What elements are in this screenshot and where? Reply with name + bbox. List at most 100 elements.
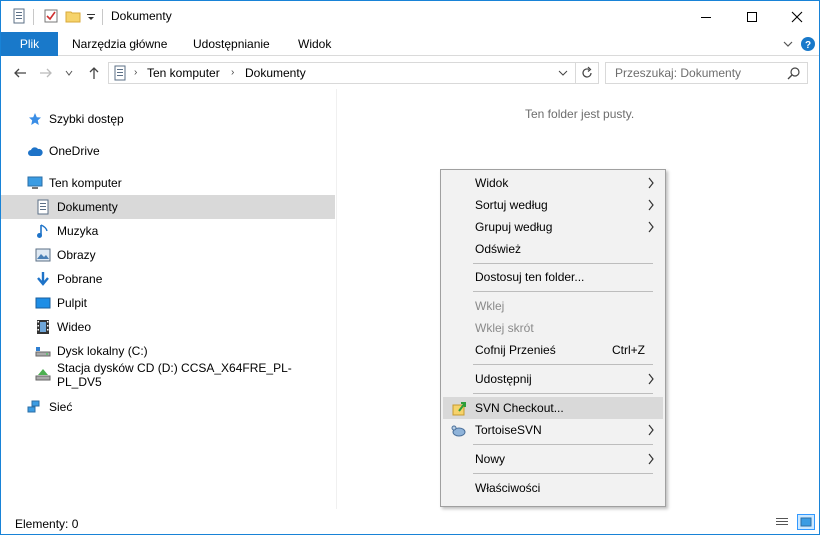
breadcrumb-this-pc[interactable]: Ten komputer: [147, 66, 220, 80]
nav-item-downloads[interactable]: Pobrane: [1, 267, 335, 291]
qa-separator: [33, 9, 34, 25]
menu-item-label: Dostosuj ten folder...: [475, 270, 585, 284]
navigation-bar: › Ten komputer › Dokumenty Przeszukaj: D…: [1, 57, 819, 89]
submenu-arrow-icon: [648, 199, 654, 211]
menu-item-label: Odśwież: [475, 242, 522, 256]
customize-qa-chevron-icon[interactable]: [85, 8, 101, 24]
menu-item-label: Wklej: [475, 299, 505, 313]
tab-view[interactable]: Widok: [298, 32, 331, 56]
nav-quick-access[interactable]: Szybki dostęp: [1, 107, 335, 131]
breadcrumb-chevron-icon[interactable]: ›: [134, 67, 137, 78]
downloads-icon: [35, 271, 51, 287]
new-folder-icon[interactable]: [65, 8, 81, 24]
video-icon: [35, 319, 51, 335]
maximize-button[interactable]: [729, 1, 775, 32]
menu-item-label: SVN Checkout...: [475, 401, 564, 415]
nav-this-pc[interactable]: Ten komputer: [1, 171, 335, 195]
menu-item-refresh[interactable]: Odśwież: [443, 238, 663, 260]
menu-item-label: Nowy: [475, 452, 506, 466]
nav-item-label: Obrazy: [57, 248, 96, 262]
properties-icon[interactable]: [43, 8, 59, 24]
submenu-arrow-icon: [648, 424, 654, 436]
menu-item-tortoisesvn[interactable]: TortoiseSVN: [443, 419, 663, 441]
menu-separator: [473, 364, 653, 365]
refresh-icon[interactable]: [580, 66, 594, 83]
ribbon-tabs: Plik Narzędzia główne Udostępnianie Wido…: [1, 32, 819, 56]
tab-share[interactable]: Udostępnianie: [193, 32, 270, 56]
menu-item-label: Wklej skrót: [475, 321, 534, 335]
nav-item-label: Wideo: [57, 320, 92, 334]
submenu-arrow-icon: [648, 453, 654, 465]
forward-button[interactable]: [37, 64, 55, 82]
nav-item-local-disk[interactable]: Dysk lokalny (C:): [1, 339, 335, 363]
submenu-arrow-icon: [648, 177, 654, 189]
nav-network[interactable]: Sieć: [1, 395, 335, 419]
menu-separator: [473, 291, 653, 292]
address-documents-icon: [113, 65, 127, 84]
menu-item-label: TortoiseSVN: [475, 423, 542, 437]
breadcrumb-documents[interactable]: Dokumenty: [245, 66, 306, 80]
menu-separator: [473, 263, 653, 264]
address-divider: [575, 63, 576, 83]
large-icons-view-button[interactable]: [797, 514, 815, 530]
menu-item-undo-move[interactable]: Cofnij Przenieś Ctrl+Z: [443, 339, 663, 361]
search-input[interactable]: Przeszukaj: Dokumenty: [605, 62, 808, 84]
breadcrumb-chevron-icon[interactable]: ›: [231, 67, 234, 78]
nav-item-desktop[interactable]: Pulpit: [1, 291, 335, 315]
svn-checkout-icon: [452, 402, 466, 416]
up-button[interactable]: [85, 64, 103, 82]
nav-item-label: Pulpit: [57, 296, 88, 310]
address-bar[interactable]: › Ten komputer › Dokumenty: [108, 62, 599, 84]
computer-icon: [27, 175, 43, 191]
window-documents-icon[interactable]: [11, 8, 27, 24]
context-menu: Widok Sortuj według Grupuj według Odświe…: [440, 169, 666, 507]
nav-network-label: Sieć: [49, 400, 73, 414]
nav-item-label: Stacja dysków CD (D:) CCSA_X64FRE_PL-PL_…: [57, 361, 292, 389]
tab-home[interactable]: Narzędzia główne: [72, 32, 167, 56]
menu-item-svn-checkout[interactable]: SVN Checkout...: [443, 397, 663, 419]
tortoisesvn-icon: [451, 425, 466, 437]
desktop-icon: [35, 295, 51, 311]
submenu-arrow-icon: [648, 221, 654, 233]
menu-item-label: Właściwości: [475, 481, 541, 495]
nav-item-pictures[interactable]: Obrazy: [1, 243, 335, 267]
nav-onedrive[interactable]: OneDrive: [1, 139, 335, 163]
documents-icon: [35, 199, 51, 215]
help-icon[interactable]: ?: [800, 36, 816, 52]
menu-item-paste: Wklej: [443, 295, 663, 317]
menu-item-view[interactable]: Widok: [443, 172, 663, 194]
nav-item-music[interactable]: Muzyka: [1, 219, 335, 243]
menu-item-share[interactable]: Udostępnij: [443, 368, 663, 390]
tab-file[interactable]: Plik: [1, 32, 58, 56]
close-button[interactable]: [774, 1, 820, 32]
nav-item-video[interactable]: Wideo: [1, 315, 335, 339]
nav-quick-access-label: Szybki dostęp: [49, 112, 124, 126]
recent-locations-chevron-icon[interactable]: [63, 64, 75, 82]
local-disk-icon: [35, 343, 51, 359]
submenu-arrow-icon: [648, 373, 654, 385]
navigation-pane: Szybki dostęp OneDrive Ten komputer Doku…: [1, 89, 337, 509]
svg-text:?: ?: [805, 40, 811, 51]
title-bar: Dokumenty: [1, 1, 819, 32]
nav-item-label: Dysk lokalny (C:): [57, 344, 148, 358]
nav-item-label: Pobrane: [57, 272, 103, 286]
nav-item-cd-drive[interactable]: Stacja dysków CD (D:) CCSA_X64FRE_PL-PL_…: [1, 361, 335, 389]
menu-item-customize-folder[interactable]: Dostosuj ten folder...: [443, 266, 663, 288]
menu-item-properties[interactable]: Właściwości: [443, 477, 663, 499]
expand-ribbon-chevron-icon[interactable]: [780, 36, 796, 52]
menu-separator: [473, 393, 653, 394]
menu-item-new[interactable]: Nowy: [443, 448, 663, 470]
search-icon[interactable]: [787, 66, 801, 83]
music-icon: [35, 223, 51, 239]
menu-item-group-by[interactable]: Grupuj według: [443, 216, 663, 238]
menu-item-shortcut: Ctrl+Z: [612, 343, 645, 357]
explorer-window: Dokumenty Plik Narzędzia główne Udostępn…: [0, 0, 820, 535]
menu-item-paste-shortcut: Wklej skrót: [443, 317, 663, 339]
window-title: Dokumenty: [111, 9, 172, 23]
details-view-button[interactable]: [773, 514, 791, 530]
menu-item-sort-by[interactable]: Sortuj według: [443, 194, 663, 216]
nav-item-documents[interactable]: Dokumenty: [1, 195, 335, 219]
minimize-button[interactable]: [683, 1, 729, 32]
address-dropdown-chevron-icon[interactable]: [557, 67, 569, 82]
back-button[interactable]: [11, 64, 29, 82]
